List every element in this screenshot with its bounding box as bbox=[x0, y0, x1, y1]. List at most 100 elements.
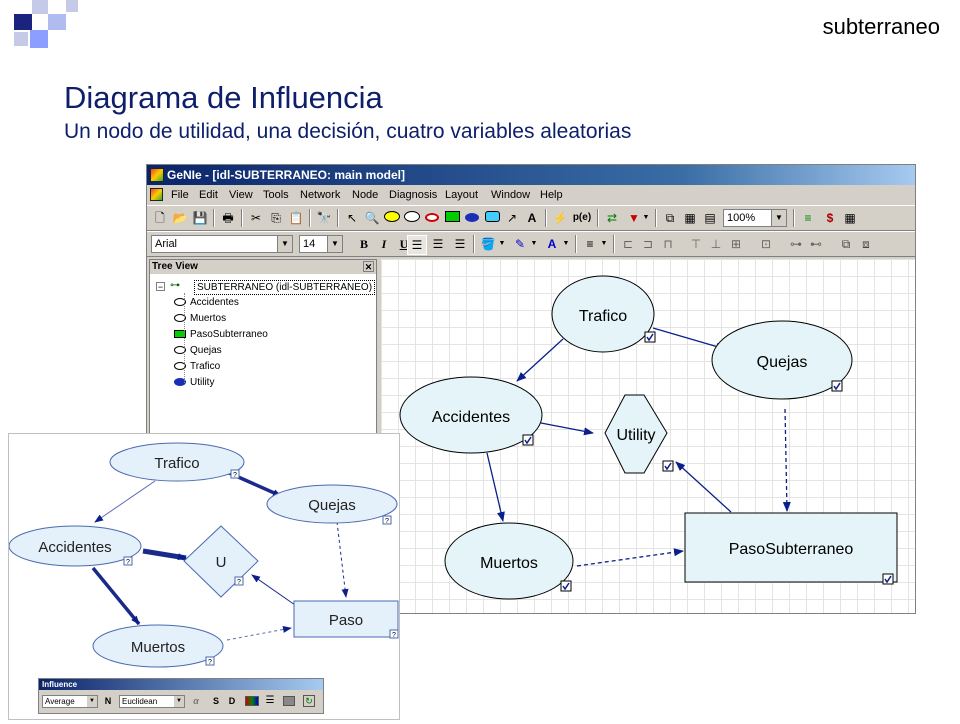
align-nodes-left-icon[interactable]: ⊏ bbox=[619, 235, 637, 253]
document-icon[interactable] bbox=[150, 188, 163, 201]
tree-item-accidentes[interactable]: Accidentes bbox=[174, 295, 239, 310]
menu-network[interactable]: Network bbox=[300, 189, 340, 201]
close-icon[interactable]: ✕ bbox=[363, 261, 374, 272]
noisy-node-tool-icon[interactable] bbox=[423, 209, 441, 227]
print-icon[interactable]: 🖶 bbox=[219, 209, 237, 227]
bar-chart-icon[interactable]: ≡ bbox=[799, 209, 817, 227]
swap-arrows-icon[interactable]: ⇄ bbox=[603, 209, 621, 227]
menu-edit[interactable]: Edit bbox=[199, 189, 218, 201]
open-folder-icon[interactable]: 📂 bbox=[171, 209, 189, 227]
menu-window[interactable]: Window bbox=[491, 189, 530, 201]
align-nodes-middle-icon[interactable]: ⊞ bbox=[727, 235, 745, 253]
arc-quejas-paso[interactable] bbox=[782, 408, 791, 512]
menu-help[interactable]: Help bbox=[540, 189, 563, 201]
zoom-select[interactable]: 100% ▼ bbox=[723, 209, 787, 227]
arc-accidentes-muertos[interactable] bbox=[486, 452, 505, 522]
send-back-icon[interactable]: ⧈ bbox=[857, 235, 875, 253]
save-icon[interactable]: 💾 bbox=[191, 209, 209, 227]
refresh-icon[interactable]: ↻ bbox=[303, 695, 315, 707]
menu-layout[interactable]: Layout bbox=[445, 189, 478, 201]
arc-muertos-paso[interactable] bbox=[576, 548, 684, 567]
chevron-down-icon[interactable]: ▼ bbox=[529, 235, 539, 253]
chevron-down-icon[interactable]: ▼ bbox=[771, 210, 786, 226]
chance-node-tool-icon[interactable] bbox=[383, 209, 401, 227]
font-size-select[interactable]: 14 ▼ bbox=[299, 235, 343, 253]
cut-icon[interactable]: ✂ bbox=[247, 209, 265, 227]
line-width-icon[interactable]: ≡ bbox=[581, 235, 599, 253]
chevron-down-icon[interactable]: ▼ bbox=[174, 696, 184, 707]
menu-diagnosis[interactable]: Diagnosis bbox=[389, 189, 437, 201]
space-horizontal-icon[interactable]: ⊶ bbox=[787, 235, 805, 253]
arc2-trafico-accidentes[interactable] bbox=[94, 480, 156, 523]
chevron-down-icon[interactable]: ▼ bbox=[277, 236, 292, 252]
space-vertical-icon[interactable]: ⊷ bbox=[807, 235, 825, 253]
font-color-icon[interactable]: A bbox=[543, 235, 561, 253]
update-icon[interactable]: ⚡ bbox=[551, 209, 569, 227]
distance-select[interactable]: Euclidean ▼ bbox=[119, 695, 185, 708]
arc-trafico-accidentes[interactable] bbox=[516, 338, 564, 382]
connect-icon[interactable]: ⧉ bbox=[661, 209, 679, 227]
arc-trafico-quejas[interactable] bbox=[652, 327, 726, 351]
arc2-accidentes-muertos[interactable] bbox=[91, 566, 141, 626]
tree-item-muertos[interactable]: Muertos bbox=[174, 311, 226, 326]
menu-tools[interactable]: Tools bbox=[263, 189, 289, 201]
arc2-quejas-paso[interactable] bbox=[336, 521, 349, 598]
collapse-toggle-icon[interactable]: − bbox=[156, 282, 165, 292]
d-button[interactable]: D bbox=[225, 695, 239, 708]
italic-button[interactable]: I bbox=[375, 235, 393, 253]
align-right-icon[interactable]: ☰ bbox=[451, 235, 469, 253]
select-arrow-icon[interactable]: ↖ bbox=[343, 209, 361, 227]
align-left-icon[interactable]: ☰ bbox=[407, 235, 427, 255]
align-nodes-top-icon[interactable]: ⊤ bbox=[687, 235, 705, 253]
deterministic-node-tool-icon[interactable] bbox=[403, 209, 421, 227]
zoom-icon[interactable]: 🔍 bbox=[363, 209, 381, 227]
align-nodes-bottom-icon[interactable]: ⊥ bbox=[707, 235, 725, 253]
probability-evidence-icon[interactable]: p(e) bbox=[571, 209, 593, 227]
decision-node-tool-icon[interactable] bbox=[443, 209, 461, 227]
align-center-icon[interactable]: ☰ bbox=[429, 235, 447, 253]
text-tool-icon[interactable]: A bbox=[523, 209, 541, 227]
alpha-button[interactable]: α bbox=[189, 695, 203, 708]
tree-item-utility[interactable]: Utility bbox=[174, 375, 214, 390]
paste-icon[interactable]: 📋 bbox=[287, 209, 305, 227]
same-size-icon[interactable]: ⊡ bbox=[757, 235, 775, 253]
bring-front-icon[interactable]: ⧉ bbox=[837, 235, 855, 253]
arc-accidentes-utility[interactable] bbox=[540, 422, 594, 436]
menu-file[interactable]: File bbox=[171, 189, 189, 201]
new-file-icon[interactable]: 🗋 bbox=[151, 209, 169, 227]
arc2-accidentes-utility[interactable] bbox=[142, 548, 187, 561]
align-nodes-center-icon[interactable]: ⊓ bbox=[659, 235, 677, 253]
grid-view-icon[interactable]: ▦ bbox=[681, 209, 699, 227]
show-grid-icon[interactable]: ▤ bbox=[701, 209, 719, 227]
chevron-down-icon[interactable]: ▼ bbox=[327, 236, 342, 252]
find-icon[interactable]: 🔭 bbox=[315, 209, 333, 227]
chevron-down-icon[interactable]: ▼ bbox=[641, 209, 651, 227]
font-name-select[interactable]: Arial ▼ bbox=[151, 235, 293, 253]
tree-root-item[interactable]: SUBTERRANEO (idl-SUBTERRANEO) bbox=[194, 280, 376, 295]
tree-item-quejas[interactable]: Quejas bbox=[174, 343, 222, 358]
chevron-down-icon[interactable]: ▼ bbox=[87, 696, 97, 707]
s-button[interactable]: S bbox=[209, 695, 223, 708]
menu-node[interactable]: Node bbox=[352, 189, 378, 201]
fill-color-icon[interactable]: 🪣 bbox=[479, 235, 497, 253]
tree-item-trafico[interactable]: Trafico bbox=[174, 359, 220, 374]
arc-paso-utility[interactable] bbox=[675, 461, 732, 513]
submodel-tool-icon[interactable] bbox=[483, 209, 501, 227]
line-color-icon[interactable]: ✎ bbox=[511, 235, 529, 253]
color-bar-icon[interactable] bbox=[245, 696, 259, 706]
normalize-button[interactable]: N bbox=[101, 695, 115, 708]
lines-icon[interactable]: ☰ bbox=[263, 695, 277, 707]
chevron-down-icon[interactable]: ▼ bbox=[497, 235, 507, 253]
chevron-down-icon[interactable]: ▼ bbox=[561, 235, 571, 253]
tree-item-pasosubterraneo[interactable]: PasoSubterraneo bbox=[174, 327, 268, 342]
chevron-down-icon[interactable]: ▼ bbox=[599, 235, 609, 253]
arc2-muertos-paso[interactable] bbox=[226, 626, 292, 641]
gray-square-icon[interactable] bbox=[283, 696, 295, 706]
influence-toolbar-title[interactable]: Influence bbox=[39, 679, 323, 690]
utility-node-tool-icon[interactable] bbox=[463, 209, 481, 227]
bold-button[interactable]: B bbox=[355, 235, 373, 253]
influence-mode-select[interactable]: Average ▼ bbox=[42, 695, 98, 708]
dollar-icon[interactable]: $ bbox=[821, 209, 839, 227]
model-canvas[interactable]: Trafico Quejas Accidentes Utility Muerto… bbox=[381, 259, 915, 613]
window-titlebar[interactable]: GeNIe - [idl-SUBTERRANEO: main model] bbox=[147, 165, 915, 185]
